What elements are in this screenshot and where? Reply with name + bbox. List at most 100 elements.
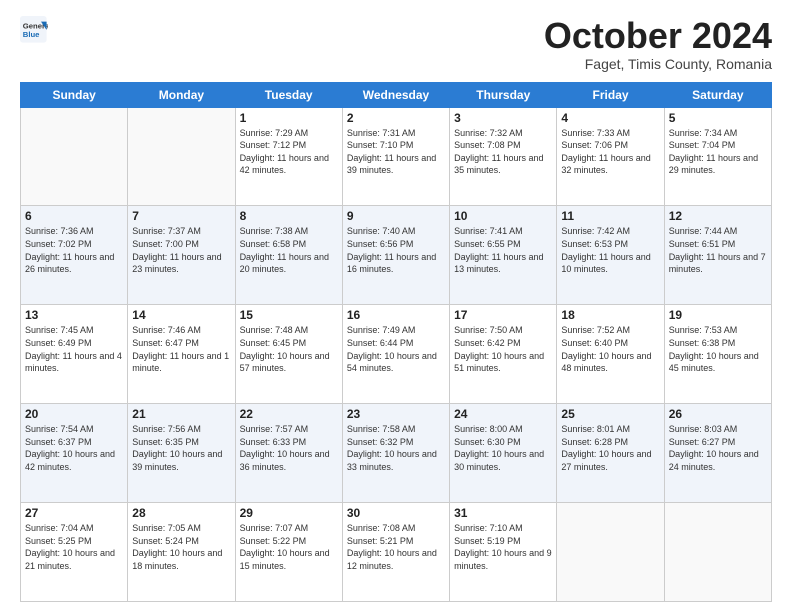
day-info: Sunrise: 7:52 AMSunset: 6:40 PMDaylight:… (561, 324, 659, 374)
day-info: Sunrise: 8:03 AMSunset: 6:27 PMDaylight:… (669, 423, 767, 473)
day-info: Sunrise: 7:36 AMSunset: 7:02 PMDaylight:… (25, 225, 123, 275)
table-row: 17 Sunrise: 7:50 AMSunset: 6:42 PMDayligh… (450, 305, 557, 404)
table-row: 6 Sunrise: 7:36 AMSunset: 7:02 PMDaylight… (21, 206, 128, 305)
table-row: 2Sunrise: 7:31 AMSunset: 7:10 PMDaylight… (342, 107, 449, 206)
table-row: 8 Sunrise: 7:38 AMSunset: 6:58 PMDaylight… (235, 206, 342, 305)
table-row: 26 Sunrise: 8:03 AMSunset: 6:27 PMDayligh… (664, 404, 771, 503)
day-info: Sunrise: 7:49 AMSunset: 6:44 PMDaylight:… (347, 324, 445, 374)
day-info: Sunrise: 7:44 AMSunset: 6:51 PMDaylight:… (669, 225, 767, 275)
day-info: Sunrise: 7:31 AMSunset: 7:10 PMDaylight:… (347, 127, 445, 177)
col-sunday: Sunday (21, 82, 128, 107)
table-row: 31Sunrise: 7:10 AMSunset: 5:19 PMDayligh… (450, 503, 557, 602)
day-number: 1 (240, 111, 338, 125)
day-info: Sunrise: 7:45 AMSunset: 6:49 PMDaylight:… (25, 324, 123, 374)
calendar-week-row: 27 Sunrise: 7:04 AMSunset: 5:25 PMDayligh… (21, 503, 772, 602)
day-number: 18 (561, 308, 659, 322)
page: General Blue October 2024 Faget, Timis C… (0, 0, 792, 612)
day-info: Sunrise: 7:57 AMSunset: 6:33 PMDaylight:… (240, 423, 338, 473)
table-row: 14 Sunrise: 7:46 AMSunset: 6:47 PMDayligh… (128, 305, 235, 404)
day-number: 4 (561, 111, 659, 125)
table-row (664, 503, 771, 602)
day-number: 26 (669, 407, 767, 421)
day-number: 5 (669, 111, 767, 125)
table-row: 10Sunrise: 7:41 AMSunset: 6:55 PMDayligh… (450, 206, 557, 305)
day-number: 28 (132, 506, 230, 520)
table-row: 1Sunrise: 7:29 AMSunset: 7:12 PMDaylight… (235, 107, 342, 206)
table-row: 22 Sunrise: 7:57 AMSunset: 6:33 PMDayligh… (235, 404, 342, 503)
day-info: Sunrise: 7:04 AMSunset: 5:25 PMDaylight:… (25, 522, 123, 572)
col-monday: Monday (128, 82, 235, 107)
day-info: Sunrise: 7:48 AMSunset: 6:45 PMDaylight:… (240, 324, 338, 374)
table-row: 20 Sunrise: 7:54 AMSunset: 6:37 PMDayligh… (21, 404, 128, 503)
day-number: 17 (454, 308, 552, 322)
table-row: 11 Sunrise: 7:42 AMSunset: 6:53 PMDayligh… (557, 206, 664, 305)
day-number: 10 (454, 209, 552, 223)
calendar-header-row: Sunday Monday Tuesday Wednesday Thursday… (21, 82, 772, 107)
day-info: Sunrise: 7:40 AMSunset: 6:56 PMDaylight:… (347, 225, 445, 275)
day-info: Sunrise: 7:07 AMSunset: 5:22 PMDaylight:… (240, 522, 338, 572)
day-info: Sunrise: 7:38 AMSunset: 6:58 PMDaylight:… (240, 225, 338, 275)
header: General Blue October 2024 Faget, Timis C… (20, 16, 772, 72)
day-number: 6 (25, 209, 123, 223)
day-info: Sunrise: 7:32 AMSunset: 7:08 PMDaylight:… (454, 127, 552, 177)
day-info: Sunrise: 7:08 AMSunset: 5:21 PMDaylight:… (347, 522, 445, 572)
day-number: 22 (240, 407, 338, 421)
table-row: 19 Sunrise: 7:53 AMSunset: 6:38 PMDayligh… (664, 305, 771, 404)
calendar-week-row: 1Sunrise: 7:29 AMSunset: 7:12 PMDaylight… (21, 107, 772, 206)
day-info: Sunrise: 7:05 AMSunset: 5:24 PMDaylight:… (132, 522, 230, 572)
table-row: 27 Sunrise: 7:04 AMSunset: 5:25 PMDayligh… (21, 503, 128, 602)
table-row: 23Sunrise: 7:58 AMSunset: 6:32 PMDayligh… (342, 404, 449, 503)
table-row: 5 Sunrise: 7:34 AMSunset: 7:04 PMDaylight… (664, 107, 771, 206)
day-number: 14 (132, 308, 230, 322)
day-number: 3 (454, 111, 552, 125)
day-number: 8 (240, 209, 338, 223)
day-number: 20 (25, 407, 123, 421)
day-info: Sunrise: 7:50 AMSunset: 6:42 PMDaylight:… (454, 324, 552, 374)
logo-icon: General Blue (20, 16, 48, 44)
day-info: Sunrise: 7:54 AMSunset: 6:37 PMDaylight:… (25, 423, 123, 473)
day-info: Sunrise: 7:58 AMSunset: 6:32 PMDaylight:… (347, 423, 445, 473)
calendar-week-row: 20 Sunrise: 7:54 AMSunset: 6:37 PMDayligh… (21, 404, 772, 503)
day-info: Sunrise: 8:01 AMSunset: 6:28 PMDaylight:… (561, 423, 659, 473)
day-info: Sunrise: 8:00 AMSunset: 6:30 PMDaylight:… (454, 423, 552, 473)
day-number: 24 (454, 407, 552, 421)
day-number: 21 (132, 407, 230, 421)
table-row: 28 Sunrise: 7:05 AMSunset: 5:24 PMDayligh… (128, 503, 235, 602)
table-row: 16 Sunrise: 7:49 AMSunset: 6:44 PMDayligh… (342, 305, 449, 404)
day-number: 11 (561, 209, 659, 223)
col-saturday: Saturday (664, 82, 771, 107)
day-info: Sunrise: 7:56 AMSunset: 6:35 PMDaylight:… (132, 423, 230, 473)
table-row: 7 Sunrise: 7:37 AMSunset: 7:00 PMDaylight… (128, 206, 235, 305)
day-info: Sunrise: 7:10 AMSunset: 5:19 PMDaylight:… (454, 522, 552, 572)
day-info: Sunrise: 7:42 AMSunset: 6:53 PMDaylight:… (561, 225, 659, 275)
table-row: 24 Sunrise: 8:00 AMSunset: 6:30 PMDayligh… (450, 404, 557, 503)
table-row: 3 Sunrise: 7:32 AMSunset: 7:08 PMDaylight… (450, 107, 557, 206)
table-row: 12 Sunrise: 7:44 AMSunset: 6:51 PMDayligh… (664, 206, 771, 305)
table-row: 9 Sunrise: 7:40 AMSunset: 6:56 PMDaylight… (342, 206, 449, 305)
day-info: Sunrise: 7:53 AMSunset: 6:38 PMDaylight:… (669, 324, 767, 374)
table-row: 25 Sunrise: 8:01 AMSunset: 6:28 PMDayligh… (557, 404, 664, 503)
day-number: 12 (669, 209, 767, 223)
day-number: 7 (132, 209, 230, 223)
table-row: 21 Sunrise: 7:56 AMSunset: 6:35 PMDayligh… (128, 404, 235, 503)
day-info: Sunrise: 7:34 AMSunset: 7:04 PMDaylight:… (669, 127, 767, 177)
logo: General Blue (20, 16, 48, 44)
calendar-week-row: 13Sunrise: 7:45 AMSunset: 6:49 PMDayligh… (21, 305, 772, 404)
day-number: 25 (561, 407, 659, 421)
day-info: Sunrise: 7:46 AMSunset: 6:47 PMDaylight:… (132, 324, 230, 374)
table-row (557, 503, 664, 602)
col-tuesday: Tuesday (235, 82, 342, 107)
day-number: 15 (240, 308, 338, 322)
title-area: October 2024 Faget, Timis County, Romani… (544, 16, 772, 72)
day-info: Sunrise: 7:33 AMSunset: 7:06 PMDaylight:… (561, 127, 659, 177)
col-friday: Friday (557, 82, 664, 107)
day-number: 27 (25, 506, 123, 520)
day-number: 16 (347, 308, 445, 322)
day-info: Sunrise: 7:37 AMSunset: 7:00 PMDaylight:… (132, 225, 230, 275)
table-row: 29 Sunrise: 7:07 AMSunset: 5:22 PMDayligh… (235, 503, 342, 602)
table-row: 30Sunrise: 7:08 AMSunset: 5:21 PMDayligh… (342, 503, 449, 602)
day-number: 19 (669, 308, 767, 322)
day-number: 9 (347, 209, 445, 223)
calendar-table: Sunday Monday Tuesday Wednesday Thursday… (20, 82, 772, 602)
day-number: 29 (240, 506, 338, 520)
